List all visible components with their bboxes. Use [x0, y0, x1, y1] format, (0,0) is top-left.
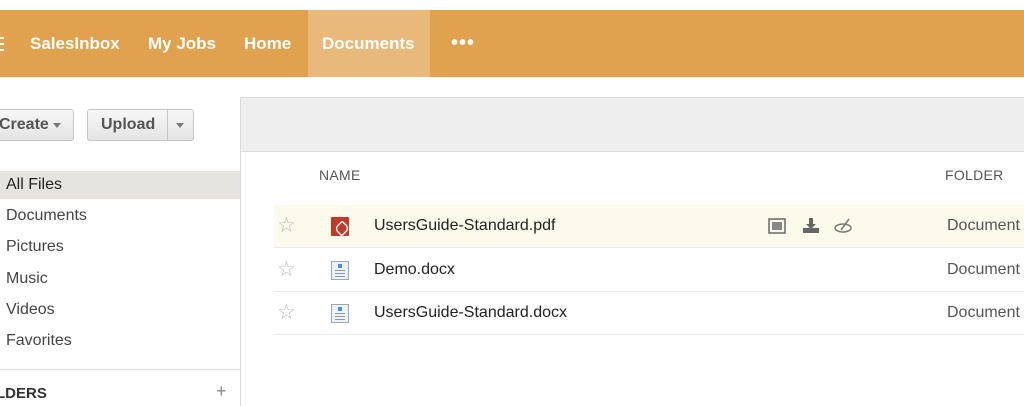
upload-button[interactable]: Upload	[87, 109, 194, 141]
download-icon[interactable]	[801, 216, 821, 236]
file-list-toolbar	[241, 98, 1024, 152]
create-button[interactable]: Create	[0, 109, 74, 141]
file-folder: Document	[947, 304, 1020, 321]
folders-section-label: LDERS	[0, 385, 47, 402]
doc-file-icon	[331, 261, 349, 280]
nav-item-documents[interactable]: Documents	[308, 10, 430, 77]
file-folder: Document	[947, 261, 1020, 278]
file-name[interactable]: UsersGuide-Standard.pdf	[374, 217, 555, 235]
more-icon[interactable]: •••	[451, 32, 475, 55]
file-list-panel: NAME FOLDER ☆ UsersGuide-Standard.pdf Do…	[240, 97, 1024, 406]
chevron-down-icon	[53, 123, 61, 128]
create-button-label: Create	[0, 116, 49, 133]
file-row[interactable]: ☆ UsersGuide-Standard.docx Document	[274, 292, 1024, 335]
top-navbar: SalesInbox My Jobs Home Documents •••	[0, 10, 1024, 77]
sidebar-item-music[interactable]: Music	[0, 265, 240, 293]
sidebar-item-all-files[interactable]: All Files	[0, 171, 240, 199]
star-icon[interactable]: ☆	[277, 258, 296, 282]
top-strip	[0, 0, 1024, 10]
file-name[interactable]: Demo.docx	[374, 261, 455, 279]
column-header-folder[interactable]: FOLDER	[945, 167, 1004, 183]
preview-icon[interactable]	[767, 216, 787, 236]
pdf-file-icon	[331, 217, 349, 236]
file-folder: Document	[947, 217, 1020, 234]
file-name[interactable]: UsersGuide-Standard.docx	[374, 304, 567, 322]
button-separator	[167, 110, 168, 140]
sidebar-item-favorites[interactable]: Favorites	[0, 327, 240, 355]
nav-item-home[interactable]: Home	[244, 10, 291, 77]
sidebar-item-pictures[interactable]: Pictures	[0, 233, 240, 261]
star-icon[interactable]: ☆	[277, 214, 296, 238]
add-folder-icon[interactable]: +	[216, 381, 227, 402]
upload-dropdown-chevron-icon[interactable]	[176, 123, 184, 128]
doc-file-icon	[331, 304, 349, 323]
file-row[interactable]: ☆ Demo.docx Document	[274, 249, 1024, 292]
menu-icon[interactable]	[0, 37, 4, 51]
upload-button-label: Upload	[101, 116, 156, 133]
share-icon[interactable]	[833, 216, 853, 236]
nav-item-salesinbox[interactable]: SalesInbox	[30, 10, 120, 77]
sidebar-item-documents[interactable]: Documents	[0, 202, 240, 230]
sidebar-item-videos[interactable]: Videos	[0, 296, 240, 324]
column-header-name[interactable]: NAME	[319, 167, 361, 183]
star-icon[interactable]: ☆	[277, 301, 296, 325]
sidebar-divider	[0, 369, 240, 370]
nav-item-my-jobs[interactable]: My Jobs	[148, 10, 216, 77]
file-row[interactable]: ☆ UsersGuide-Standard.pdf Document	[274, 205, 1024, 248]
